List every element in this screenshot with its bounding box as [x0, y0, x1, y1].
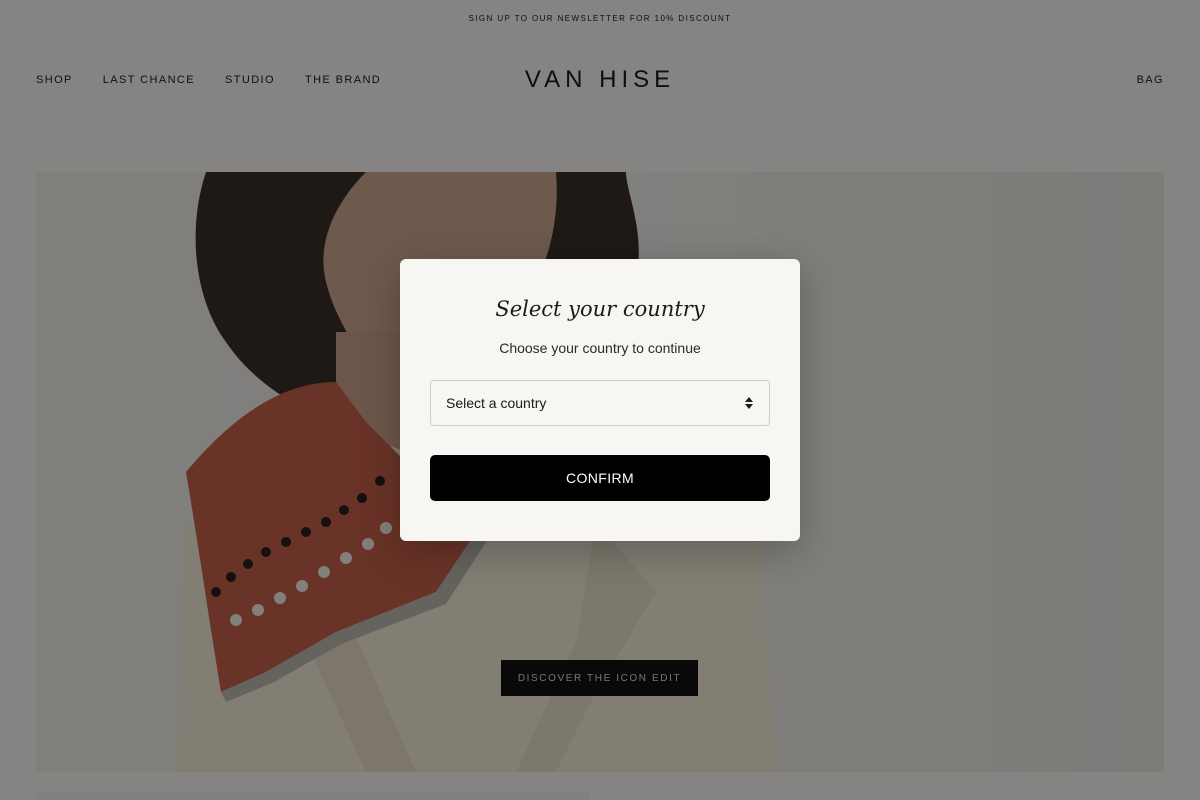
- country-select-modal: Select your country Choose your country …: [400, 259, 800, 541]
- country-select-dropdown[interactable]: Select a country: [430, 380, 770, 426]
- modal-subtitle: Choose your country to continue: [499, 340, 701, 356]
- country-select-value: Select a country: [446, 395, 547, 411]
- modal-title: Select your country: [495, 297, 705, 321]
- sort-arrows-icon: [744, 396, 754, 410]
- confirm-button[interactable]: CONFIRM: [430, 455, 770, 501]
